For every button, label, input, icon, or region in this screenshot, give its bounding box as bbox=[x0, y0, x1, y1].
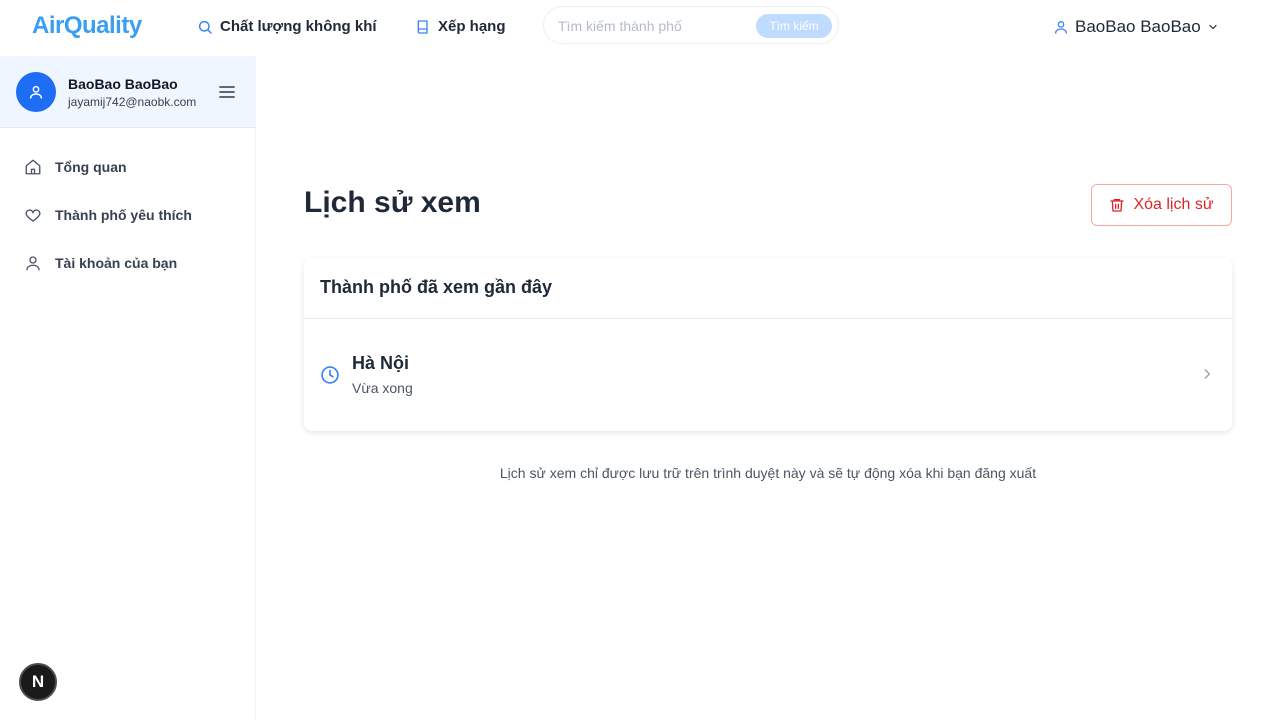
home-icon bbox=[25, 159, 41, 175]
nav-ranking[interactable]: Xếp hạng bbox=[415, 18, 506, 35]
history-footnote: Lịch sử xem chỉ được lưu trữ trên trình … bbox=[499, 465, 1037, 481]
nav-air-quality-label: Chất lượng không khí bbox=[220, 18, 377, 35]
history-card-title: Thành phố đã xem gần đây bbox=[320, 277, 553, 297]
sidebar-item-account[interactable]: Tài khoản của bạn bbox=[24, 254, 177, 272]
book-icon bbox=[417, 19, 428, 34]
search-icon bbox=[198, 20, 212, 34]
sidebar-item-favorites[interactable]: Thành phố yêu thích bbox=[24, 206, 192, 224]
clear-history-label: Xóa lịch sử bbox=[1133, 196, 1214, 213]
clock-icon bbox=[321, 366, 339, 384]
dev-tools-badge[interactable]: N bbox=[19, 663, 57, 701]
history-card-header: Thành phố đã xem gần đây bbox=[304, 258, 1232, 319]
user-menu[interactable]: BaoBao BaoBao bbox=[1053, 17, 1219, 37]
nav-air-quality[interactable]: Chất lượng không khí bbox=[197, 18, 377, 35]
brand-logo[interactable]: AirQuality bbox=[32, 12, 142, 40]
user-icon bbox=[1055, 21, 1067, 34]
trash-icon bbox=[1110, 199, 1125, 212]
user-menu-name: BaoBao BaoBao bbox=[1075, 17, 1201, 36]
sidebar-item-label: Tài khoản của bạn bbox=[55, 255, 178, 271]
profile-email: jayamij742@naobk.com bbox=[68, 95, 197, 109]
heart-icon bbox=[25, 209, 41, 222]
top-navigation: AirQuality Chất lượng không khí Xếp hạng… bbox=[0, 0, 1280, 56]
page-title: Lịch sử xem bbox=[304, 186, 481, 219]
clear-history-button[interactable]: Xóa lịch sử bbox=[1091, 184, 1232, 226]
sidebar: BaoBao BaoBao jayamij742@naobk.com Tổng … bbox=[0, 56, 256, 720]
user-icon bbox=[26, 256, 40, 271]
sidebar-item-label: Thành phố yêu thích bbox=[55, 207, 192, 223]
chevron-right-icon bbox=[1204, 369, 1211, 379]
profile-panel: BaoBao BaoBao jayamij742@naobk.com bbox=[0, 56, 256, 128]
sidebar-menu-button[interactable] bbox=[217, 83, 237, 101]
avatar bbox=[16, 72, 56, 112]
history-item[interactable]: Hà Nội Vừa xong bbox=[304, 319, 1232, 431]
search-button[interactable]: Tìm kiếm bbox=[756, 14, 832, 38]
history-city-time: Vừa xong bbox=[352, 380, 413, 396]
profile-name: BaoBao BaoBao bbox=[68, 76, 178, 92]
sidebar-item-label: Tổng quan bbox=[55, 159, 127, 175]
history-card: Thành phố đã xem gần đây Hà Nội Vừa xong bbox=[304, 258, 1232, 431]
user-icon bbox=[29, 85, 43, 99]
search-input[interactable] bbox=[558, 15, 748, 37]
sidebar-item-overview[interactable]: Tổng quan bbox=[24, 158, 127, 176]
hamburger-icon bbox=[219, 86, 235, 98]
nav-ranking-label: Xếp hạng bbox=[438, 18, 506, 35]
history-city-name: Hà Nội bbox=[352, 353, 410, 373]
city-search: Tìm kiếm bbox=[543, 6, 839, 44]
chevron-down-icon bbox=[1209, 24, 1217, 30]
